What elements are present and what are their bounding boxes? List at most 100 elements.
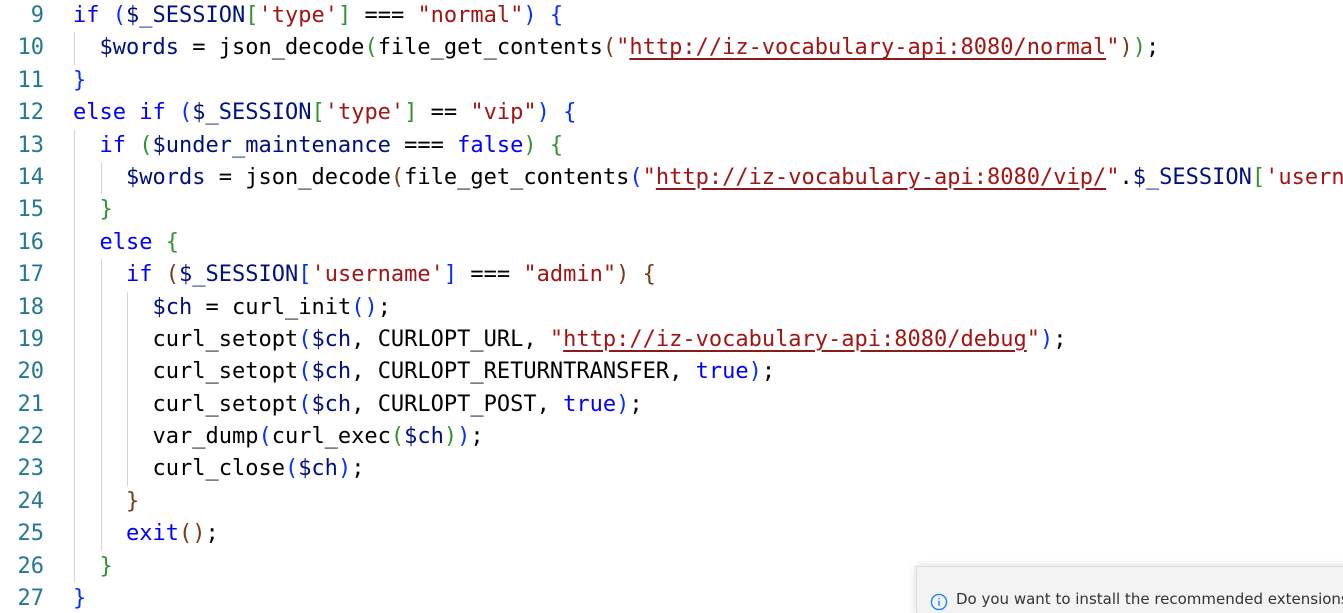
code-token-plain: ; [470,424,484,450]
code-token-kw: if [125,262,153,288]
code-line[interactable]: } [73,194,1343,227]
code-token-b3: ) [1119,35,1133,61]
code-area[interactable]: if ($_SESSION['type'] === "normal") { $w… [73,0,1343,613]
code-line[interactable]: curl_setopt($ch, CURLOPT_RETURNTRANSFER,… [73,356,1343,389]
code-line[interactable]: $ch = curl_init(); [73,291,1343,324]
line-number: 26 [17,553,45,579]
code-token-var: $ch [298,456,338,482]
indent-guide [127,388,128,422]
line-number: 10 [17,35,45,61]
code-line[interactable]: else { [73,226,1343,260]
extension-recommendation-notification[interactable]: Do you want to install the recommended e… [916,566,1343,613]
code-token-fn: curl_setopt [152,391,299,417]
code-token-b1: ( [284,456,299,482]
code-line[interactable]: } [73,65,1343,97]
code-token-var: $_SESSION [126,3,246,28]
code-line[interactable]: curl_close($ch); [73,453,1343,486]
code-line[interactable]: if ($_SESSION['username'] === "admin") { [73,259,1343,292]
code-token-url[interactable]: http://iz-vocabulary-api:8080/normal [629,35,1106,60]
indent-guide [74,518,75,551]
code-line[interactable]: curl_setopt($ch, CURLOPT_POST, true); [73,388,1343,422]
line-number: 27 [17,586,45,612]
code-editor[interactable]: 9 10 11 12 13 14 15 16 17 18 19 20 21 22 23 24 25 26 27 if… [0,0,1343,613]
code-token-op: === [390,132,458,158]
code-line[interactable]: else if ($_SESSION['type'] == "vip") { [73,97,1343,129]
code-token-var: $_SESSION [178,262,299,288]
code-token-b3: ) [616,262,630,288]
code-token-str: " [1106,35,1120,61]
code-token-b1: ( [298,359,312,385]
indent-guide [127,291,128,324]
code-token-b2: [ [1251,164,1266,190]
code-token-url[interactable]: http://iz-vocabulary-api:8080/vip/ [656,165,1106,190]
line-number: 22 [17,424,45,450]
code-token-b3: } [125,488,140,514]
code-token-b2: ) [443,424,458,450]
code-token-plain: , [536,391,564,417]
code-token-plain: , [351,326,378,352]
code-line[interactable]: if ($under_maintenance === false) { [73,129,1343,162]
code-token-b2: ( [390,424,405,450]
code-line[interactable]: var_dump(curl_exec($ch)); [73,421,1343,454]
code-token-var: $words [99,35,179,61]
code-line[interactable]: $words = json_decode(file_get_contents("… [73,161,1343,195]
code-token-fn: var_dump [152,424,259,450]
code-token-kw: false [457,132,524,158]
code-token-plain: , [669,359,696,385]
indent-guide [100,518,102,551]
indent-guide [74,226,75,260]
code-token-op: === [457,262,524,288]
line-number: 19 [17,326,45,352]
code-token-b1: () [351,294,378,320]
code-token-b2: [ [311,100,325,126]
indent-guide [74,161,75,195]
code-token-fn: curl_init [231,294,352,320]
code-token-plain: ; [205,521,219,547]
code-token-var: $ch [404,424,444,450]
line-number: 14 [17,164,45,190]
code-line[interactable]: $words = json_decode(file_get_contents("… [73,32,1343,65]
line-number: 24 [17,488,45,514]
code-token-plain: ; [1053,326,1067,352]
indent-guide [74,129,75,162]
code-token-fn: curl_setopt [152,326,299,352]
code-token-fn: file_get_contents [404,164,630,190]
code-token-kw: exit [125,521,179,547]
code-token-b2: ) [523,132,537,158]
code-token-fn: json_decode [218,35,365,61]
code-token-str: "vip" [470,100,537,126]
code-token-b3: () [178,521,206,547]
code-line[interactable]: } [73,485,1343,519]
line-number: 20 [17,359,45,385]
code-token-b2: ( [364,35,378,61]
notification-content: Do you want to install the recommended e… [930,583,1343,613]
code-token-str: " [616,35,630,61]
code-token-b1: ( [178,100,193,126]
code-token-str: 'type' [258,3,338,28]
code-token-b2: [ [245,3,259,28]
code-token-b3: ( [602,35,617,61]
code-token-b1: [ [298,262,312,288]
code-line[interactable]: exit(); [73,518,1343,551]
code-token-b2: ] [337,3,352,28]
code-line[interactable]: if ($_SESSION['type'] === "normal") { [73,0,1343,32]
code-token-b1: ( [298,326,312,352]
code-token-plain: ; [1145,35,1160,61]
indent-guide [100,421,102,454]
code-token-kw: else [73,100,126,126]
code-line[interactable]: curl_setopt($ch, CURLOPT_URL, "http://iz… [73,323,1343,357]
code-token-url[interactable]: http://iz-vocabulary-api:8080/debug [563,327,1027,352]
code-token-var: $ch [152,294,193,320]
line-number: 23 [17,456,45,482]
